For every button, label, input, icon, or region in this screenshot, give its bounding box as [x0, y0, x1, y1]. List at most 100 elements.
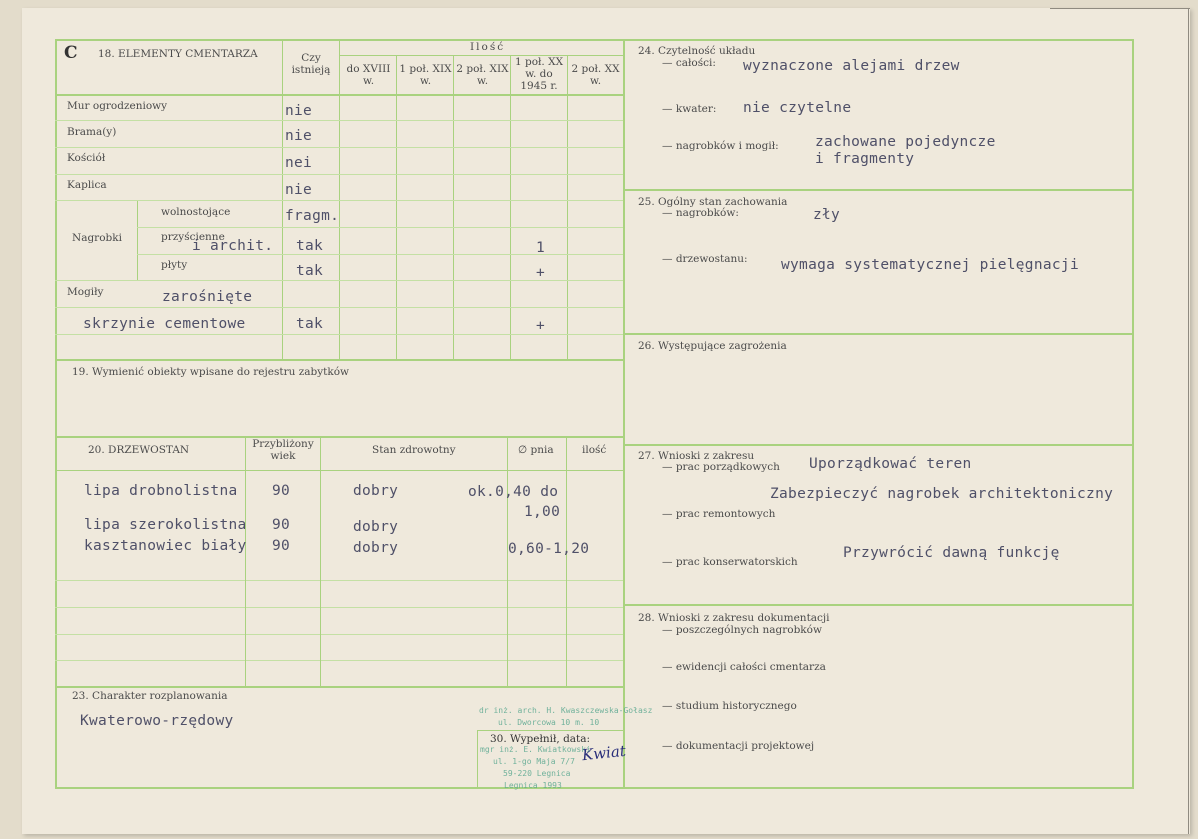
frame-center: [623, 39, 625, 789]
s18-hline-qty: [339, 55, 623, 56]
s27-rem-label: — prac remontowych: [662, 508, 776, 520]
s24-kwater-value: nie czytelne: [743, 100, 852, 116]
s18-hline-1: [55, 120, 623, 121]
s19-title: 19. Wymienić obiekty wpisane do rejestru…: [72, 366, 350, 378]
s24-kwater-label: — kwater:: [662, 103, 717, 115]
s20-col-health: Stan zdrowotny: [372, 444, 456, 456]
s18-period-3: 2 poł. XIX w.: [456, 63, 509, 88]
s27-kons-value: Przywrócić dawną funkcję: [843, 545, 1060, 561]
s20-row2-diam: 1,00: [524, 504, 561, 520]
s18-row-mogily-label: Mogiły: [67, 286, 104, 298]
s18-row-brama-exists: nie: [285, 128, 313, 144]
s18-title: 18. ELEMENTY CMENTARZA: [98, 48, 258, 60]
s30-stamp-line-6: Legnica 1993: [504, 781, 562, 790]
s18-period-1: do XVIII w.: [346, 63, 391, 88]
frame-left: [55, 39, 57, 789]
s18-row-mogily-typed: zarośnięte: [162, 289, 253, 305]
s23-title: 23. Charakter rozplanowania: [72, 690, 228, 702]
s20-row3-age: 90: [272, 517, 291, 533]
s30-title: 30. Wypełnił, data:: [490, 733, 591, 745]
s28-item-ewidencji: — ewidencji całości cmentarza: [662, 661, 826, 673]
s20-row4-health: dobry: [353, 540, 399, 556]
s20-hline-1: [55, 580, 623, 581]
s25-drzew-value: wymaga systematycznej pielęgnacji: [781, 257, 1079, 273]
s20-vline-health: [320, 436, 321, 687]
r-hline-25: [623, 189, 1134, 191]
s20-row1-health: dobry: [353, 483, 399, 499]
s20-hline-4: [55, 660, 623, 661]
s18-row-skrzynie-exists: tak: [296, 316, 324, 332]
s20-row1-age: 90: [272, 483, 291, 499]
s18-hline-end: [55, 359, 623, 361]
s24-nagrobkow-value-2: i fragmenty: [815, 151, 915, 167]
s27-porz-value-2: Zabezpieczyć nagrobek architektoniczny: [770, 486, 1114, 502]
s18-row-przysc-qty: 1: [536, 240, 546, 256]
s24-calosci-value: wyznaczone alejami drzew: [743, 58, 960, 74]
s18-row-przysc-exists: tak: [296, 238, 324, 254]
s20-hline-header: [55, 470, 623, 471]
s20-row3-health: dobry: [353, 519, 399, 535]
s18-hline-2: [55, 147, 623, 148]
s20-hline-end: [55, 686, 623, 688]
s18-row-kaplica-exists: nie: [285, 182, 313, 198]
frame-right: [1132, 39, 1134, 789]
s18-row-kaplica-label: Kaplica: [67, 179, 107, 191]
s30-stamp-line-2: ul. Dworcowa 10 m. 10: [498, 718, 600, 727]
s28-item-dokumentacji: — dokumentacji projektowej: [662, 740, 815, 752]
s28-item-studium: — studium historycznego: [662, 700, 797, 712]
s26-title: 26. Występujące zagrożenia: [638, 340, 787, 352]
s18-vline-p3: [453, 55, 454, 360]
paper-edge-right: [1188, 8, 1189, 834]
s18-hline-4: [55, 200, 623, 201]
r-hline-28: [623, 604, 1134, 606]
s25-drzew-label: — drzewostanu:: [662, 253, 748, 265]
s18-col-exists: Czy istnieją: [291, 52, 331, 77]
s24-nagrobkow-label: — nagrobków i mogił:: [662, 140, 779, 152]
s20-row4-name: kasztanowiec biały: [84, 538, 247, 554]
s27-kons-label: — prac konserwatorskich: [662, 556, 798, 568]
s24-nagrobkow-value-1: zachowane pojedyncze: [815, 134, 996, 150]
s18-row-plyty-label: płyty: [161, 259, 188, 271]
s20-col-count: ilość: [582, 444, 607, 456]
s20-col-diam: ∅ pnia: [518, 444, 554, 456]
s20-row1-diam: ok.0,40 do: [468, 484, 559, 500]
s18-vline-p4: [510, 55, 511, 360]
frame-bottom: [55, 787, 1134, 789]
s18-row-skrzynie-typed: skrzynie cementowe: [83, 316, 246, 332]
s25-nagrobkow-value: zły: [813, 207, 841, 223]
s18-row-wolno-label: wolnostojące: [161, 206, 231, 218]
s18-vline-nagrobki: [137, 200, 138, 280]
s18-hline-6: [137, 254, 623, 255]
s18-col-qty: Ilość: [470, 41, 506, 53]
frame-top: [55, 39, 1134, 41]
s18-hline-9: [55, 334, 623, 335]
s18-row-mur-label: Mur ogrodzeniowy: [67, 100, 168, 112]
s23-value: Kwaterowo-rzędowy: [80, 713, 234, 729]
s20-title: 20. DRZEWOSTAN: [88, 444, 190, 456]
s18-row-kosciol-label: Kościół: [67, 152, 106, 164]
section-letter: C: [64, 43, 78, 63]
s18-vline-p5: [567, 55, 568, 360]
s18-hline-header: [55, 94, 623, 96]
s25-nagrobkow-label: — nagrobków:: [662, 207, 739, 219]
s20-row3-name: lipa szerokolistna: [84, 517, 247, 533]
s24-title: 24. Czytelność układu: [638, 45, 756, 57]
r-hline-26: [623, 333, 1134, 335]
s20-row1-name: lipa drobnolistna: [84, 483, 238, 499]
s27-porz-value: Uporządkować teren: [809, 456, 972, 472]
r-hline-27: [623, 444, 1134, 446]
s20-hline-3: [55, 634, 623, 635]
s18-row-przysc-typed: i archit.: [192, 238, 274, 254]
s30-box-top: [477, 730, 623, 731]
s18-row-brama-label: Brama(y): [67, 126, 117, 138]
s20-vline-count: [566, 436, 567, 687]
s30-stamp-line-4: ul. 1-go Maja 7/7: [493, 757, 575, 766]
s30-stamp-line-3: mgr inż. E. Kwiatkowski: [480, 745, 591, 754]
s20-vline-age: [245, 436, 246, 687]
s20-hline-top: [55, 436, 623, 438]
s18-row-plyty-exists: tak: [296, 263, 324, 279]
s18-period-4: 1 poł. XX w. do 1945 r.: [514, 56, 564, 93]
s28-item-nagrobkow: — poszczególnych nagrobków: [662, 624, 822, 636]
s18-period-5: 2 poł. XX w.: [571, 63, 620, 88]
s18-row-wolno-exists: fragm.: [285, 208, 340, 224]
